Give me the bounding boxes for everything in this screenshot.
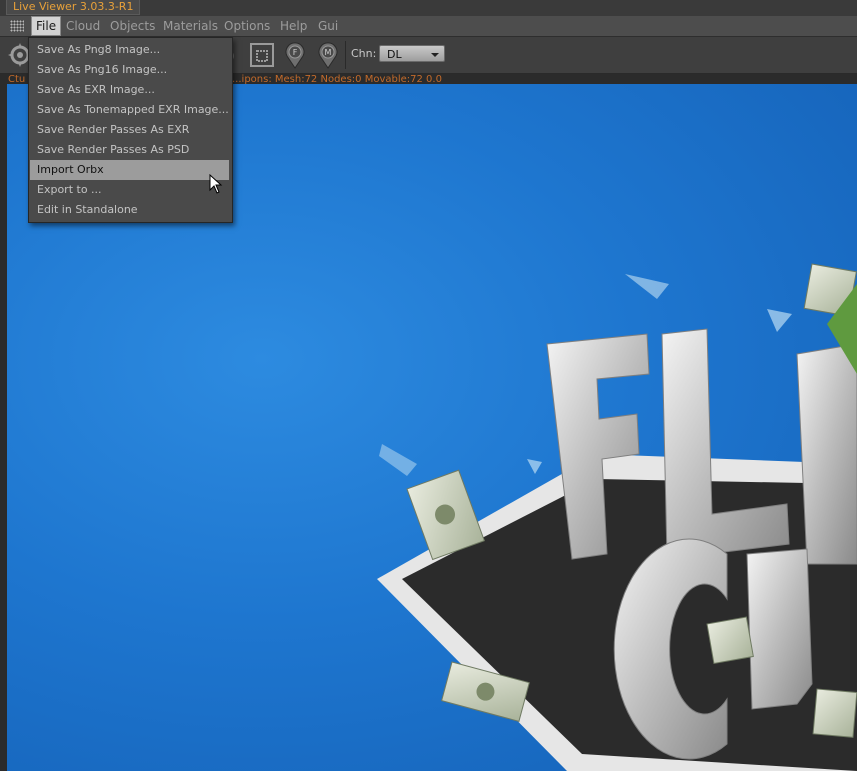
channel-value: DL: [387, 48, 402, 61]
menu-save-tonemapped-exr[interactable]: Save As Tonemapped EXR Image...: [30, 100, 229, 120]
menu-save-passes-psd[interactable]: Save Render Passes As PSD: [30, 140, 229, 160]
region-render-icon[interactable]: [248, 41, 276, 69]
menu-bar: File Cloud Objects Materials Options Hel…: [0, 16, 857, 37]
focus-pick-icon[interactable]: F: [281, 41, 309, 69]
menu-materials[interactable]: Materials: [159, 16, 222, 36]
chevron-down-icon: [431, 53, 439, 57]
menu-save-passes-exr[interactable]: Save Render Passes As EXR: [30, 120, 229, 140]
menu-save-exr[interactable]: Save As EXR Image...: [30, 80, 229, 100]
channel-select[interactable]: DL: [379, 45, 445, 62]
menu-import-orbx[interactable]: Import Orbx: [30, 160, 229, 180]
menu-export-to[interactable]: Export to ...: [30, 180, 229, 200]
title-bar: Live Viewer 3.03.3-R1: [0, 0, 857, 16]
window-title: Live Viewer 3.03.3-R1: [6, 0, 141, 15]
svg-text:F: F: [293, 48, 298, 57]
menu-gui[interactable]: Gui: [314, 16, 342, 36]
menu-options[interactable]: Options: [220, 16, 274, 36]
menu-save-png16[interactable]: Save As Png16 Image...: [30, 60, 229, 80]
menu-help[interactable]: Help: [276, 16, 311, 36]
live-viewer-window: Live Viewer 3.03.3-R1 File Cloud Objects…: [0, 0, 857, 771]
material-pick-icon[interactable]: M: [314, 41, 342, 69]
menu-cloud[interactable]: Cloud: [62, 16, 104, 36]
file-menu-dropdown: Save As Png8 Image... Save As Png16 Imag…: [28, 37, 233, 223]
channel-label: Chn:: [351, 47, 377, 60]
grip-icon[interactable]: [10, 20, 24, 32]
menu-edit-standalone[interactable]: Edit in Standalone: [30, 200, 229, 220]
menu-save-png8[interactable]: Save As Png8 Image...: [30, 40, 229, 60]
svg-text:M: M: [325, 48, 332, 57]
toolbar-divider: [345, 41, 346, 69]
mouse-cursor-icon: [209, 174, 223, 194]
menu-objects[interactable]: Objects: [106, 16, 159, 36]
menu-file[interactable]: File: [31, 16, 62, 36]
